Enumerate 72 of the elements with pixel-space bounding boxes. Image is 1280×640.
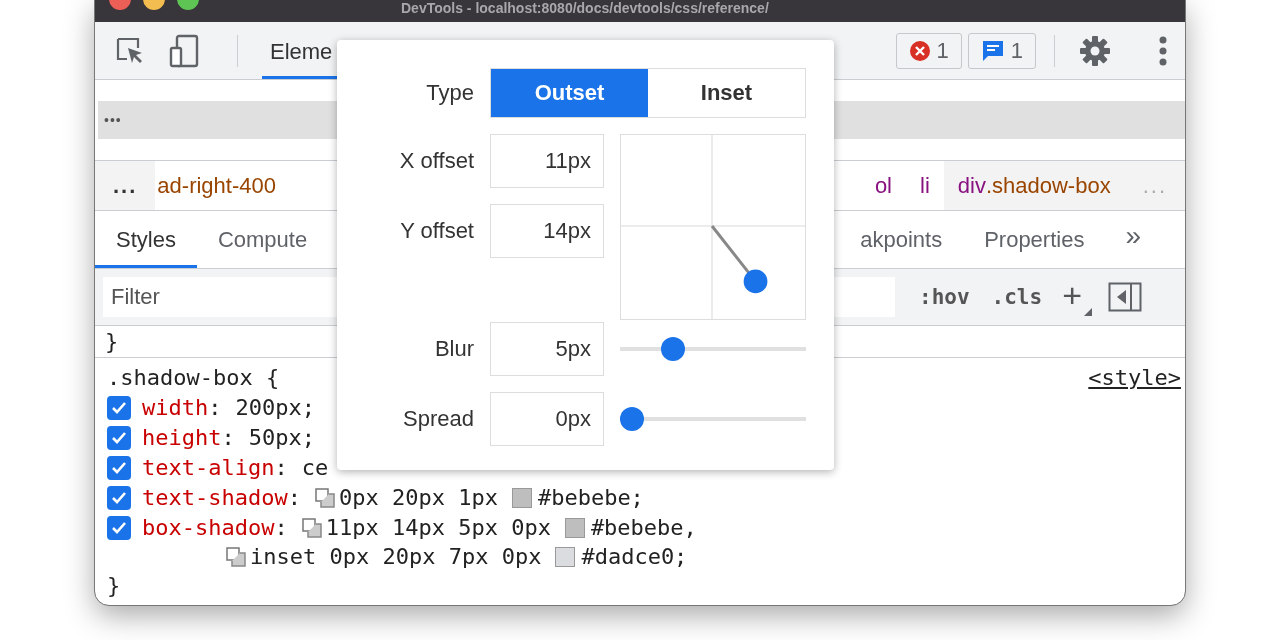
- new-rule-button[interactable]: +: [1056, 278, 1096, 316]
- property-checkbox[interactable]: [107, 486, 131, 510]
- property-checkbox[interactable]: [107, 396, 131, 420]
- property-name: text-align: [142, 454, 275, 482]
- property-value: 200px;: [235, 394, 315, 422]
- property-checkbox[interactable]: [107, 426, 131, 450]
- rule-closing-brace: }: [105, 327, 119, 356]
- color-value: #dadce0;: [581, 543, 688, 571]
- slider-thumb[interactable]: [620, 407, 644, 431]
- window-title: DevTools - localhost:8080/docs/devtools/css/reference/: [401, 0, 769, 16]
- property-checkbox[interactable]: [107, 456, 131, 480]
- settings-icon: [1079, 34, 1111, 67]
- property-colon: :: [274, 454, 288, 482]
- shadow-type-button[interactable]: Outset: [491, 69, 648, 117]
- inspect-button[interactable]: [115, 35, 145, 66]
- rule-closing-brace: }: [107, 573, 121, 598]
- value-field[interactable]: 11px: [490, 134, 604, 188]
- slider-thumb[interactable]: [660, 337, 685, 361]
- devices-icon: [169, 33, 199, 68]
- shadow-editor-icon: [226, 547, 246, 567]
- collapsed-node-ellipsis[interactable]: •••: [98, 112, 122, 128]
- error-icon: [908, 39, 931, 62]
- device-toolbar-button[interactable]: [169, 33, 199, 68]
- kebab-menu-icon: [1159, 35, 1167, 66]
- hover-state-button[interactable]: :hov: [911, 285, 978, 309]
- shadow-value: inset 0px 20px 7px 0px: [250, 543, 542, 571]
- value-field[interactable]: 0px: [490, 392, 604, 446]
- settings-button[interactable]: [1079, 34, 1111, 67]
- property-colon: :: [208, 394, 222, 422]
- shadow-value: 0px 20px 1px: [338, 484, 498, 512]
- errors-button[interactable]: 1: [895, 32, 962, 69]
- property-value: 50px;: [248, 424, 315, 452]
- property-name: height: [142, 424, 222, 452]
- css-selector: .shadow-box {: [107, 364, 280, 392]
- sidebar-toggle-button[interactable]: [1108, 282, 1142, 312]
- field-label: Y offset: [399, 218, 474, 244]
- field-label: Type: [425, 80, 474, 106]
- color-swatch[interactable]: [555, 547, 576, 567]
- breadcrumb-overflow-button[interactable]: ...: [95, 161, 156, 210]
- shadow-value: 11px 14px 5px 0px: [325, 514, 551, 542]
- color-value: #bebebe,: [590, 514, 697, 542]
- more-options-button[interactable]: [1159, 35, 1167, 66]
- breadcrumb-item[interactable]: div.shadow-box: [943, 161, 1125, 210]
- color-swatch[interactable]: [564, 518, 585, 538]
- value-field[interactable]: 14px: [490, 204, 604, 258]
- field-label: Blur: [433, 336, 474, 362]
- property-name: width: [142, 394, 209, 422]
- sidebar-tab[interactable]: akpoints: [839, 211, 964, 268]
- shadow-editor-icon: [301, 518, 322, 538]
- property-name: box-shadow: [142, 514, 275, 542]
- color-swatch[interactable]: [511, 488, 532, 508]
- stylesheet-link[interactable]: <style>: [1088, 363, 1181, 393]
- field-label: Spread: [402, 406, 474, 432]
- class-toggle-button[interactable]: .cls: [983, 285, 1051, 309]
- property-colon: :: [274, 514, 288, 542]
- property-colon: :: [287, 484, 301, 512]
- property-name: text-shadow: [142, 484, 288, 512]
- property-value: ce: [301, 454, 329, 482]
- message-icon: [980, 38, 1005, 63]
- corner-triangle-icon: [1084, 308, 1092, 316]
- cursor-icon: [115, 35, 145, 66]
- sidebar-tab[interactable]: Properties: [963, 211, 1106, 268]
- property-checkbox[interactable]: [107, 516, 131, 540]
- messages-button[interactable]: 1: [967, 32, 1036, 69]
- sidebar-tab[interactable]: Compute: [196, 211, 329, 268]
- color-value: #bebebe;: [537, 484, 644, 512]
- property-colon: :: [221, 424, 235, 452]
- sidebar-toggle-icon: [1108, 282, 1142, 312]
- field-label: X offset: [398, 148, 474, 174]
- more-tabs-button[interactable]: »: [1105, 211, 1185, 268]
- value-field[interactable]: 5px: [490, 322, 604, 376]
- shadow-editor-icon: [314, 488, 335, 508]
